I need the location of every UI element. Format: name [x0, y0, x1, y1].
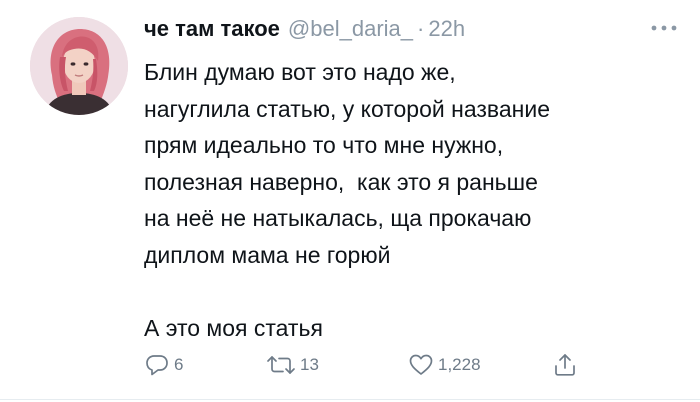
like-button[interactable]: 1,228: [408, 350, 481, 380]
tweet-time[interactable]: 22h: [428, 16, 465, 42]
share-button[interactable]: [552, 350, 578, 380]
tweet-text-line: полезная наверно, как это я раньше: [144, 168, 538, 195]
reply-icon: [146, 355, 168, 376]
avatar[interactable]: [30, 17, 128, 115]
reply-count: 6: [174, 355, 184, 374]
tweet-text-line: Блин думаю вот это надо же,: [144, 59, 456, 85]
retweet-icon: [267, 356, 295, 374]
tweet-actions: 6 13 1,228: [144, 350, 594, 380]
heart-icon: [409, 354, 433, 375]
more-dots-icon: [651, 25, 677, 31]
tweet-text-line: на неё не натыкалась, ща прокачаю: [144, 205, 532, 232]
tweet-text: Блин думаю вот это надо же, нагуглила ст…: [144, 54, 684, 347]
share-icon: [555, 354, 575, 376]
bottom-divider: [0, 399, 700, 400]
user-handle[interactable]: @bel_daria_: [288, 16, 413, 42]
tweet-header: че там такое @bel_daria_ · 22h: [144, 16, 465, 46]
retweet-button[interactable]: 13: [266, 350, 319, 380]
more-button[interactable]: [644, 18, 684, 38]
display-name[interactable]: че там такое: [144, 16, 280, 42]
tweet-text-line: А это моя статья: [144, 315, 323, 342]
tweet-text-blank-line: ​: [144, 274, 684, 311]
tweet-text-line: нагуглила статью, у которой название: [144, 95, 551, 122]
tweet-text-line: прям идеально то что мне нужно,: [144, 132, 504, 159]
avatar-image: [30, 17, 128, 115]
tweet[interactable]: че там такое @bel_daria_ · 22h Блин дума…: [0, 0, 700, 402]
reply-button[interactable]: 6: [144, 350, 183, 380]
separator-dot: ·: [417, 16, 425, 41]
tweet-text-line: диплом мама не горюй: [144, 241, 391, 268]
like-count: 1,228: [438, 355, 481, 374]
retweet-count: 13: [300, 355, 319, 374]
